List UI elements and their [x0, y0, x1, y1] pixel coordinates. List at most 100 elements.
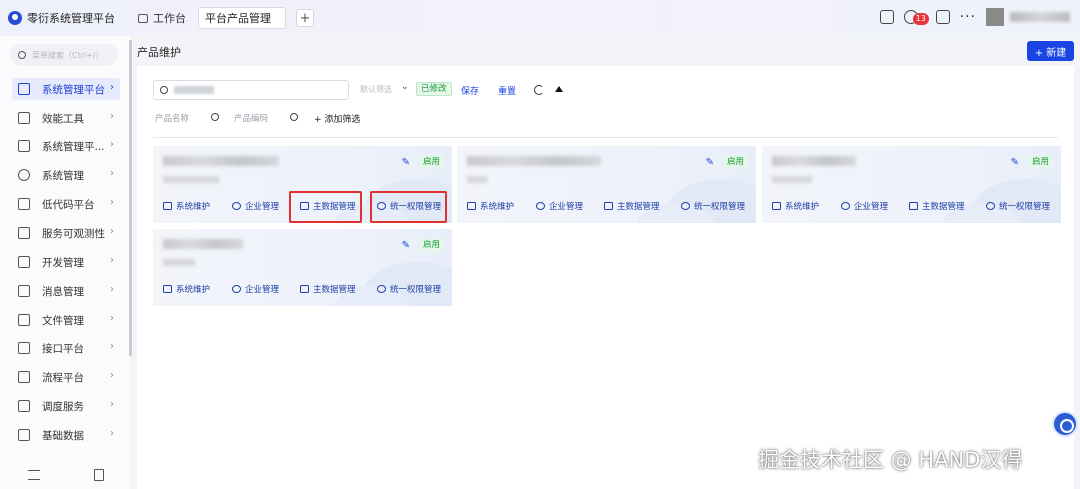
chevron-down-icon[interactable]: ⌄	[401, 82, 409, 92]
smiley-icon[interactable]	[879, 10, 894, 24]
action-label: 统一权限管理	[694, 202, 746, 212]
user-name-blurred[interactable]	[1010, 12, 1070, 22]
edit-icon[interactable]: ✎	[706, 157, 714, 168]
action-unified-permission[interactable]: 统一权限管理	[681, 200, 745, 212]
chef-hat-icon[interactable]	[935, 10, 950, 24]
action-label: 企业管理	[245, 202, 280, 212]
gear-icon	[986, 202, 995, 210]
monitor-icon	[772, 202, 781, 210]
gear-icon	[536, 202, 545, 210]
sidebar-item-workflow[interactable]: 流程平台 ›	[12, 366, 120, 388]
product-code-placeholder: 产品编码	[234, 114, 269, 124]
sidebar-item-interface[interactable]: 接口平台 ›	[12, 337, 120, 359]
code-icon	[18, 256, 30, 268]
action-system-maintenance[interactable]: 系统维护	[163, 200, 210, 212]
sidebar-item-base-data[interactable]: 基础数据 ›	[12, 424, 120, 446]
reset-button[interactable]: 重置	[498, 84, 516, 97]
sidebar-item-label: 开发管理	[42, 256, 84, 269]
plug-icon	[18, 342, 30, 354]
app-logo[interactable]: 零衍系统管理平台	[0, 10, 130, 26]
collapse-menu-icon[interactable]	[28, 470, 40, 480]
search-input[interactable]	[153, 80, 349, 100]
document-icon[interactable]	[94, 469, 104, 481]
add-tab-button[interactable]: +	[296, 9, 314, 27]
action-system-maintenance[interactable]: 系统维护	[772, 200, 819, 212]
action-label: 企业管理	[854, 202, 889, 212]
action-enterprise-management[interactable]: 企业管理	[232, 200, 279, 212]
action-enterprise-management[interactable]: 企业管理	[536, 200, 583, 212]
sidebar-item-label: 调度服务	[42, 400, 84, 413]
tab-platform-product[interactable]: 平台产品管理	[198, 7, 286, 29]
sidebar-item-label: 基础数据	[42, 429, 84, 442]
status-badge: 启用	[418, 238, 444, 252]
action-label: 系统维护	[176, 285, 211, 295]
monitor-icon	[467, 202, 476, 210]
edit-icon[interactable]: ✎	[402, 157, 410, 168]
new-button[interactable]: + 新建	[1027, 41, 1074, 61]
sidebar: 菜单搜索（Ctrl+/） 系统管理平台 › 效能工具 › 系统管理平... › 系统管…	[0, 36, 130, 489]
more-icon[interactable]: ···	[960, 9, 976, 25]
edit-icon[interactable]: ✎	[402, 240, 410, 251]
action-unified-permission[interactable]: 统一权限管理	[377, 200, 441, 212]
sidebar-item-system-platform-2[interactable]: 系统管理平... ›	[12, 135, 120, 157]
action-master-data[interactable]: 主数据管理	[909, 200, 965, 212]
product-name-filter[interactable]: 产品名称	[155, 109, 223, 127]
product-code-filter[interactable]: 产品编码	[234, 109, 302, 127]
product-card: ✎ 启用 系统维护 企业管理 主数据管理 统一权限管理	[153, 146, 452, 223]
sidebar-item-low-code[interactable]: 低代码平台 ›	[12, 193, 120, 215]
menu-search-placeholder: 菜单搜索（Ctrl+/）	[32, 50, 104, 60]
sidebar-item-system-platform[interactable]: 系统管理平台 ›	[12, 78, 120, 100]
sidebar-item-system-management[interactable]: 系统管理 ›	[12, 164, 120, 186]
action-system-maintenance[interactable]: 系统维护	[163, 283, 210, 295]
sidebar-item-file[interactable]: 文件管理 ›	[12, 309, 120, 331]
action-label: 系统维护	[785, 202, 820, 212]
assistant-float-button[interactable]	[1052, 411, 1078, 437]
action-system-maintenance[interactable]: 系统维护	[467, 200, 514, 212]
menu-search-input[interactable]: 菜单搜索（Ctrl+/）	[10, 44, 118, 66]
product-card: ✎ 启用 系统维护 企业管理 主数据管理 统一权限管理	[457, 146, 756, 223]
chevron-right-icon: ›	[110, 313, 114, 324]
gear-icon	[232, 202, 241, 210]
sidebar-item-dev-management[interactable]: 开发管理 ›	[12, 251, 120, 273]
grid-icon	[18, 83, 30, 95]
sidebar-item-label: 系统管理平...	[42, 140, 105, 153]
avatar[interactable]	[986, 8, 1004, 26]
product-card: ✎ 启用 系统维护 企业管理 主数据管理 统一权限管理	[762, 146, 1061, 223]
action-label: 统一权限管理	[999, 202, 1051, 212]
chevron-right-icon: ›	[110, 341, 114, 352]
product-name-placeholder: 产品名称	[155, 114, 190, 124]
bell-icon[interactable]: 13	[903, 10, 929, 25]
sidebar-item-observability[interactable]: 服务可观测性 ›	[12, 222, 120, 244]
page-title: 产品维护	[137, 46, 181, 59]
action-enterprise-management[interactable]: 企业管理	[841, 200, 888, 212]
sidebar-scrollbar[interactable]	[129, 40, 132, 356]
collapse-triangle-icon[interactable]	[555, 86, 563, 92]
refresh-icon[interactable]	[534, 85, 544, 95]
edit-icon[interactable]: ✎	[1011, 157, 1019, 168]
action-unified-permission[interactable]: 统一权限管理	[986, 200, 1050, 212]
action-label: 企业管理	[245, 285, 280, 295]
default-filter-label[interactable]: 默认筛选	[360, 84, 392, 95]
action-label: 系统维护	[176, 202, 211, 212]
gear-icon	[18, 169, 30, 181]
sidebar-item-label: 文件管理	[42, 314, 84, 327]
action-label: 统一权限管理	[390, 202, 442, 212]
sidebar-item-efficiency-tools[interactable]: 效能工具 ›	[12, 107, 120, 129]
sidebar-item-scheduler[interactable]: 调度服务 ›	[12, 395, 120, 417]
notification-badge: 13	[912, 13, 929, 25]
action-master-data[interactable]: 主数据管理	[604, 200, 660, 212]
action-unified-permission[interactable]: 统一权限管理	[377, 283, 441, 295]
action-master-data[interactable]: 主数据管理	[300, 283, 356, 295]
tab-workspace[interactable]: 工作台	[138, 10, 186, 26]
product-code-blurred	[772, 176, 812, 183]
action-master-data[interactable]: 主数据管理	[300, 200, 356, 212]
monitor-icon	[138, 13, 148, 23]
action-enterprise-management[interactable]: 企业管理	[232, 283, 279, 295]
add-filter-button[interactable]: + 添加筛选	[314, 112, 360, 125]
sidebar-item-label: 接口平台	[42, 342, 84, 355]
save-button[interactable]: 保存	[461, 84, 479, 97]
gear-icon	[681, 202, 690, 210]
sidebar-item-message[interactable]: 消息管理 ›	[12, 280, 120, 302]
dashboard-icon	[18, 227, 30, 239]
sidebar-item-label: 消息管理	[42, 285, 84, 298]
